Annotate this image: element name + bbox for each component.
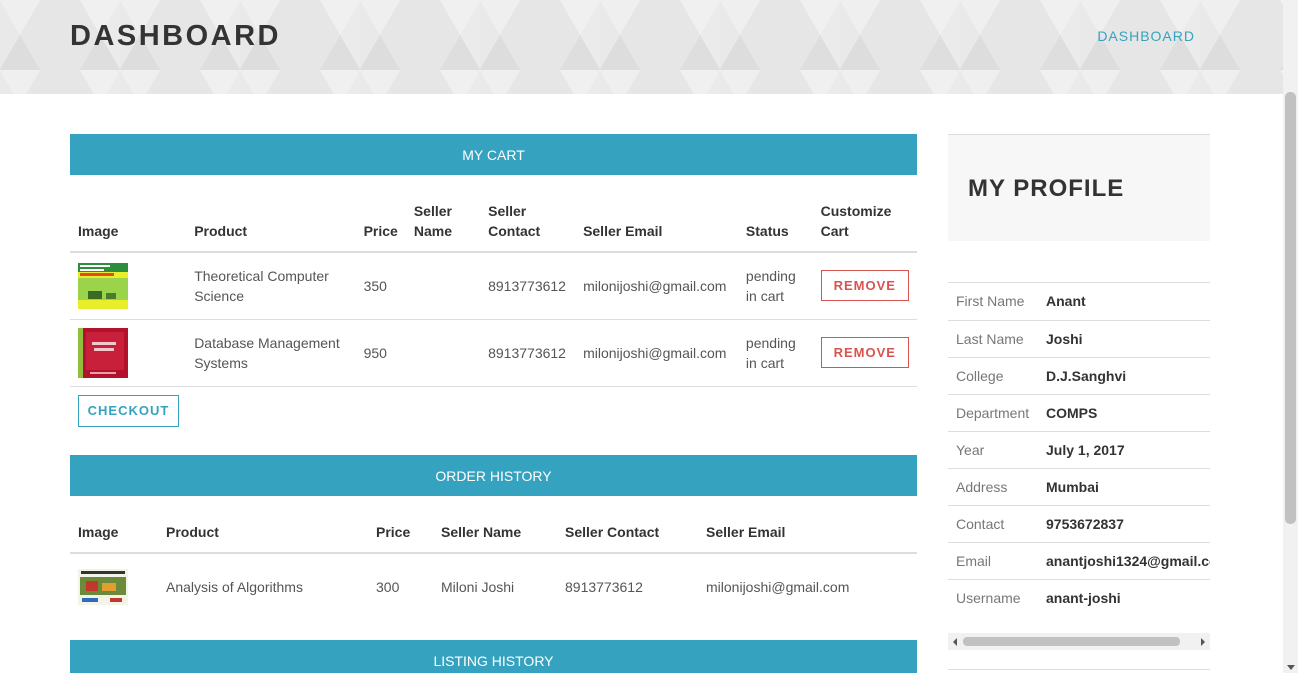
seller-name [405,319,481,387]
scrollbar-thumb[interactable] [963,637,1180,646]
product-price: 350 [355,252,406,320]
col-image: Image [70,175,187,253]
action-cell: REMOVE [812,252,917,320]
profile-value: COMPS [1038,394,1210,432]
col-status: Status [737,175,813,253]
product-price: 300 [376,579,400,595]
profile-label: College [948,357,1038,395]
profile-panel[interactable]: First Name Anant Last Name Joshi College D.… [948,282,1210,632]
checkout-button[interactable]: CHECKOUT [78,395,179,427]
col-seller-name: Seller Name [433,496,557,554]
action-cell: REMOVE [812,319,917,387]
col-product: Product [158,496,368,554]
col-image: Image [70,496,158,554]
profile-label: Contact [948,505,1038,543]
profile-label: Email [948,542,1038,580]
col-product: Product [186,175,356,253]
product-name: Theoretical Computer Science [186,252,356,320]
seller-email: milonijoshi@gmail.com [575,319,738,387]
seller-contact: 8913773612 [480,319,576,387]
col-price: Price [355,175,406,253]
profile-label: First Name [948,283,1038,321]
book-cover-algorithms-icon [78,569,128,605]
profile-row: Year July 1, 2017 [948,431,1210,469]
product-price: 950 [355,319,406,387]
table-row: Analysis of Algorithms 300 Miloni Joshi … [70,553,917,620]
seller-email: milonijoshi@gmail.com [706,579,850,595]
scrollbar-thumb[interactable] [1285,92,1296,524]
seller-name [405,252,481,320]
remove-button[interactable]: REMOVE [820,337,909,368]
seller-contact: 8913773612 [565,579,643,595]
status: pending in cart [737,319,813,387]
profile-table: First Name Anant Last Name Joshi College D.… [948,283,1210,616]
table-row: Theoretical Computer Science 350 8913773… [70,252,917,320]
table-row: Database Management Systems 950 89137736… [70,319,917,387]
profile-row: Last Name Joshi [948,320,1210,358]
profile-label: Last Name [948,320,1038,358]
seller-email: milonijoshi@gmail.com [575,252,738,320]
profile-header: MY PROFILE [948,134,1210,241]
scroll-right-arrow-icon[interactable] [1201,638,1205,646]
profile-value: Mumbai [1038,468,1210,506]
product-image-cell [70,553,158,620]
status: pending in cart [737,252,813,320]
book-cover-theoretical-cs-icon [78,262,128,309]
book-cover-dbms-icon [78,327,128,378]
product-image-cell [70,319,187,387]
cart-banner: MY CART [70,134,917,175]
profile-value: July 1, 2017 [1038,431,1210,469]
col-seller-email: Seller Email [698,496,917,554]
profile-value: Joshi [1038,320,1210,358]
profile-divider [948,669,1210,670]
product-name: Analysis of Algorithms [166,579,303,595]
nav-dashboard-link[interactable]: DASHBOARD [1097,28,1195,44]
profile-value: anant-joshi [1046,589,1121,606]
profile-value: D.J.Sanghvi [1038,357,1210,395]
order-history-banner: ORDER HISTORY [70,455,917,496]
page-header: DASHBOARD DASHBOARD [0,0,1283,94]
profile-row: Contact 9753672837 [948,505,1210,543]
profile-row: Emailanantjoshi1324@gmail.com [948,542,1210,580]
profile-horizontal-scrollbar[interactable] [948,633,1210,650]
profile-value: 9753672837 [1038,505,1210,543]
checkout-divider [70,386,188,387]
product-image-cell [70,252,187,320]
profile-value: anantjoshi1324@gmail.com [1038,542,1210,580]
col-price: Price [368,496,433,554]
seller-name: Miloni Joshi [441,579,515,595]
col-seller-contact: Seller Contact [557,496,698,554]
page-vertical-scrollbar[interactable] [1283,0,1298,673]
profile-row: First Name Anant [948,283,1210,321]
profile-label: Department [948,394,1038,432]
col-customize: Customize Cart [812,175,917,253]
profile-label: Address [948,468,1038,506]
cart-table: Image Product Price Seller Name Seller C… [70,175,917,387]
scroll-down-arrow-icon[interactable] [1287,665,1295,670]
profile-row: Department COMPS [948,394,1210,432]
scroll-left-arrow-icon[interactable] [953,638,957,646]
col-seller-name: Seller Name [405,175,481,253]
profile-label: Year [948,431,1038,469]
profile-title: MY PROFILE [968,175,1125,202]
col-seller-contact: Seller Contact [480,175,576,253]
page-title: DASHBOARD [70,20,281,52]
profile-row: Address Mumbai [948,468,1210,506]
order-history-table: Image Product Price Seller Name Seller C… [70,496,917,620]
profile-row: Username anant-joshi [948,579,1210,616]
seller-contact: 8913773612 [480,252,576,320]
profile-value: Anant [1038,283,1210,321]
remove-button[interactable]: REMOVE [820,270,909,302]
listing-history-banner: LISTING HISTORY [70,640,917,673]
profile-row: College D.J.Sanghvi [948,357,1210,395]
col-seller-email: Seller Email [575,175,738,253]
product-name: Database Management Systems [186,319,356,387]
profile-label: Username [956,589,1021,606]
